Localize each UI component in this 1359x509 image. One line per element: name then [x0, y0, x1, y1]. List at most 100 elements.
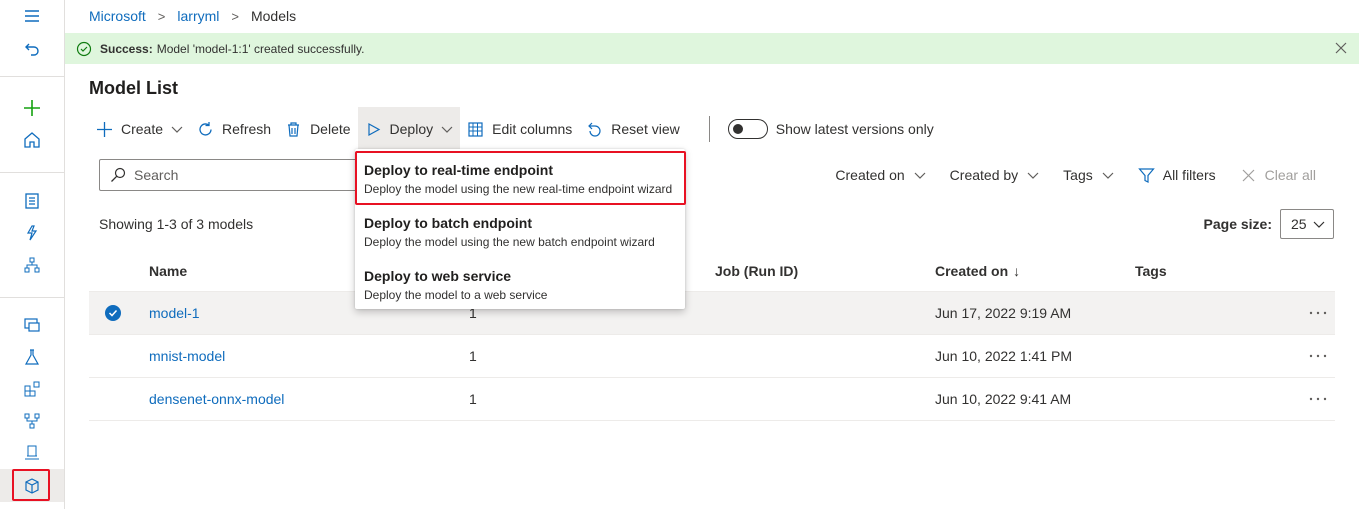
latest-versions-label: Show latest versions only — [775, 121, 934, 137]
column-header-created-on[interactable]: Created on ↓ — [935, 250, 1020, 291]
search-input[interactable] — [134, 167, 334, 183]
page-size-select[interactable]: 25 — [1280, 209, 1334, 239]
pipeline-icon[interactable] — [20, 409, 44, 433]
message-status: Success: — [100, 41, 153, 56]
filter-tags-label: Tags — [1063, 167, 1093, 183]
clear-all-button[interactable]: Clear all — [1240, 167, 1316, 184]
reset-view-label: Reset view — [611, 121, 680, 137]
refresh-button[interactable]: Refresh — [190, 107, 278, 151]
breadcrumb: Microsoft > larryml > Models — [89, 7, 296, 25]
column-header-job[interactable]: Job (Run ID) — [715, 250, 798, 291]
created-on-cell: Jun 10, 2022 1:41 PM — [935, 348, 1072, 364]
breadcrumb-workspace[interactable]: larryml — [177, 8, 219, 24]
more-options-button[interactable] — [1309, 378, 1331, 420]
reset-icon — [588, 122, 601, 137]
sort-descending-icon: ↓ — [1013, 262, 1021, 279]
filter-created-by[interactable]: Created by — [950, 167, 1039, 183]
model-name-cell[interactable]: mnist-model — [149, 335, 225, 377]
row-checkbox[interactable] — [105, 292, 123, 334]
model-name-link[interactable]: mnist-model — [149, 348, 225, 364]
close-icon — [1242, 169, 1255, 181]
table-row[interactable]: densenet-onnx-model 1 Jun 10, 2022 9:41 … — [89, 378, 1335, 421]
column-header-name[interactable]: Name — [149, 250, 187, 291]
result-count: Showing 1-3 of 3 models — [99, 216, 254, 232]
chevron-right-icon: > — [231, 8, 239, 24]
rail-divider — [0, 172, 64, 173]
latest-versions-toggle-group: Show latest versions only — [727, 119, 934, 139]
environment-icon[interactable] — [20, 441, 44, 465]
more-options-button[interactable] — [1309, 335, 1331, 377]
chevron-down-icon — [1027, 172, 1039, 179]
experiment-icon[interactable] — [20, 345, 44, 369]
delete-button[interactable]: Delete — [278, 107, 357, 151]
model-name-link[interactable]: densenet-onnx-model — [149, 391, 284, 407]
filter-tags[interactable]: Tags — [1063, 167, 1114, 183]
menu-item-deploy-web-service[interactable]: Deploy to web service Deploy the model t… — [355, 268, 685, 302]
back-icon[interactable] — [20, 36, 44, 60]
edit-columns-label: Edit columns — [492, 121, 573, 137]
filter-icon — [1137, 167, 1155, 183]
column-header-created-on-label: Created on — [935, 262, 1009, 279]
latest-versions-toggle[interactable] — [727, 119, 768, 139]
left-nav-rail — [0, 0, 65, 509]
model-name-link[interactable]: model-1 — [149, 305, 200, 321]
trash-icon — [288, 121, 300, 137]
chevron-down-icon — [1102, 172, 1114, 179]
breadcrumb-workspace-org[interactable]: Microsoft — [89, 8, 146, 24]
more-options-button[interactable] — [1309, 292, 1331, 334]
hamburger-icon[interactable] — [20, 4, 44, 28]
success-message-bar: Success: Model 'model-1:1' created succe… — [65, 33, 1359, 64]
home-icon[interactable] — [20, 128, 44, 152]
column-header-tags[interactable]: Tags — [1135, 250, 1167, 291]
filter-created-on-label: Created on — [835, 167, 905, 183]
command-toolbar: Create Refresh Delete Deploy Edit column… — [89, 107, 934, 151]
table-header: Name Job (Run ID) Created on ↓ Tags — [89, 250, 1335, 292]
filter-created-by-label: Created by — [949, 167, 1019, 183]
menu-item-description: Deploy the model using the new batch end… — [364, 235, 655, 249]
reset-view-button[interactable]: Reset view — [579, 107, 686, 151]
menu-item-title: Deploy to web service — [364, 268, 512, 284]
chevron-down-icon — [441, 126, 453, 133]
data-icon[interactable] — [20, 313, 44, 337]
model-name-cell[interactable]: model-1 — [149, 292, 200, 334]
models-nav-highlight — [12, 469, 50, 501]
deploy-label: Deploy — [389, 121, 434, 137]
page-size-control: Page size: 25 — [1204, 209, 1334, 239]
page-title: Model List — [89, 78, 178, 98]
chevron-down-icon — [1313, 221, 1325, 228]
more-options-icon — [1309, 354, 1327, 358]
automl-icon[interactable] — [20, 221, 44, 245]
deploy-button[interactable]: Deploy — [357, 107, 461, 151]
create-label: Create — [121, 121, 164, 137]
toggle-knob — [732, 124, 743, 134]
table-row[interactable]: mnist-model 1 Jun 10, 2022 1:41 PM — [89, 335, 1335, 378]
create-button[interactable]: Create — [89, 107, 190, 151]
more-options-icon — [1309, 397, 1327, 401]
menu-item-deploy-batch[interactable]: Deploy to batch endpoint Deploy the mode… — [355, 215, 685, 249]
filter-created-on[interactable]: Created on — [835, 167, 926, 183]
search-box[interactable] — [99, 159, 357, 191]
close-icon[interactable] — [1335, 42, 1347, 54]
table-columns-icon — [468, 121, 483, 137]
filter-bar: Created on Created by Tags All filters C… — [811, 159, 1316, 191]
toolbar-divider — [708, 116, 710, 142]
table-row[interactable]: model-1 1 Jun 17, 2022 9:19 AM — [89, 292, 1335, 335]
chevron-down-icon — [171, 126, 183, 133]
add-icon[interactable] — [20, 96, 44, 120]
component-icon[interactable] — [20, 377, 44, 401]
all-filters-button[interactable]: All filters — [1137, 167, 1216, 184]
designer-icon[interactable] — [20, 253, 44, 277]
play-icon — [367, 122, 380, 136]
created-on-cell: Jun 10, 2022 9:41 AM — [935, 391, 1072, 407]
model-version-cell: 1 — [469, 391, 477, 407]
checkmark-icon — [105, 305, 121, 321]
notebook-icon[interactable] — [20, 189, 44, 213]
page-size-value: 25 — [1291, 216, 1307, 232]
page-size-label: Page size: — [1203, 216, 1272, 232]
all-filters-label: All filters — [1162, 167, 1216, 183]
rail-divider — [0, 297, 64, 298]
chevron-right-icon: > — [157, 8, 166, 24]
model-name-cell[interactable]: densenet-onnx-model — [149, 378, 284, 420]
edit-columns-button[interactable]: Edit columns — [460, 107, 579, 151]
clear-all-label: Clear all — [1264, 167, 1316, 183]
